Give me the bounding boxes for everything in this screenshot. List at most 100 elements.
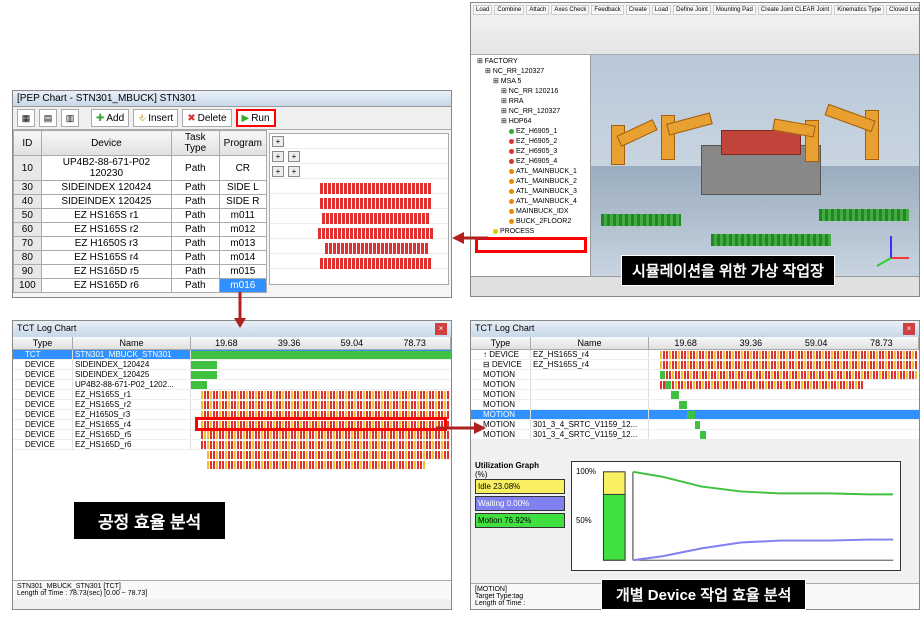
cad-window: LoadCombineAttachAxes CheckFeedbackCreat… (470, 2, 920, 297)
tree-node[interactable]: EZ_H6905_2 (473, 137, 588, 147)
toolbar-icon-2[interactable]: ▤ (39, 109, 57, 127)
delete-button[interactable]: ✖Delete (182, 109, 231, 127)
list-item[interactable]: MOTION301_3_4_SRTC_V1159_12... (471, 420, 919, 430)
tree-node[interactable]: ⊞ FACTORY (473, 57, 588, 67)
ribbon-button[interactable]: Create (626, 5, 650, 15)
list-item[interactable]: DEVICEEZ_HS165D_r5 (13, 430, 451, 440)
add-button[interactable]: ✚Add (91, 109, 129, 127)
ribbon-button[interactable]: Combine (494, 5, 524, 15)
axes-gizmo (871, 228, 911, 268)
list-item[interactable]: ↑ DEVICEEZ_HS165S_r4 (471, 350, 919, 360)
pep-gantt-area[interactable]: +++++ (269, 133, 449, 285)
close-icon[interactable]: × (903, 323, 915, 335)
cad-caption: 시뮬레이션을 위한 가상 작업장 (621, 255, 835, 286)
ribbon-button[interactable]: Create Joint CLEAR Joint (758, 5, 832, 15)
pep-window-title: [PEP Chart - STN301_MBUCK] STN301 (13, 91, 451, 107)
pep-chart-window: [PEP Chart - STN301_MBUCK] STN301 ▦ ▤ ▥ … (12, 90, 452, 298)
utilization-graph: 100% 50% (571, 461, 901, 571)
pep-toolbar: ▦ ▤ ▥ ✚Add ⎀Insert ✖Delete ▶Run (13, 107, 451, 130)
list-item[interactable]: MOTION (471, 390, 919, 400)
ribbon-button[interactable]: Kinematics Type (834, 5, 884, 15)
tree-node[interactable]: ⊞ RRA (473, 97, 588, 107)
cad-3d-viewport[interactable] (591, 55, 919, 276)
ribbon-button[interactable]: Load (652, 5, 671, 15)
list-item[interactable]: MOTION (471, 410, 919, 420)
list-item[interactable]: DEVICESIDEINDEX_120425 (13, 370, 451, 380)
list-item[interactable]: DEVICEEZ_H1650S_r3 (13, 410, 451, 420)
ribbon-button[interactable]: Define Joint (673, 5, 711, 15)
list-item[interactable]: MOTION (471, 400, 919, 410)
toolbar-icon-1[interactable]: ▦ (17, 109, 35, 127)
tct-left-rows[interactable]: TCTSTN301_MBUCK_STN301DEVICESIDEINDEX_12… (13, 350, 451, 450)
tree-node[interactable]: ⊞ HDP64 (473, 117, 588, 127)
tct-log-chart-right: TCT Log Chart × Type Name 19.6839.3659.0… (470, 320, 920, 610)
tree-node[interactable]: ⊞ NC_RR_120327 (473, 67, 588, 77)
tree-node[interactable]: ⊞ NC_RR 120216 (473, 87, 588, 97)
list-item[interactable]: TCTSTN301_MBUCK_STN301 (13, 350, 451, 360)
y-axis-100: 100% (576, 467, 596, 476)
tct-right-title: TCT Log Chart (475, 323, 534, 335)
tree-node[interactable]: MAINBUCK_IDX (473, 207, 588, 217)
tree-node[interactable]: EZ_H6905_3 (473, 147, 588, 157)
y-axis-50: 50% (576, 516, 592, 525)
list-item[interactable]: ⊟ DEVICEEZ_HS165S_r4 (471, 360, 919, 370)
toolbar-icon-3[interactable]: ▥ (61, 109, 79, 127)
motion-legend: Motion 76.92% (475, 513, 565, 528)
table-row[interactable]: 100EZ HS165D r6Pathm016 (14, 279, 267, 293)
list-item[interactable]: DEVICEUP4B2-88-671-P02_1202... (13, 380, 451, 390)
tct-left-title: TCT Log Chart (17, 323, 76, 335)
tree-node[interactable]: ⊞ MSA 5 (473, 77, 588, 87)
table-row[interactable]: 70EZ H1650S r3Pathm013 (14, 237, 267, 251)
table-row[interactable]: 30SIDEINDEX 120424PathSIDE L (14, 181, 267, 195)
ribbon-button[interactable]: Closed Loop (886, 5, 919, 15)
cad-tree[interactable]: ⊞ FACTORY⊞ NC_RR_120327⊞ MSA 5⊞ NC_RR 12… (471, 55, 591, 276)
tree-node[interactable]: BUCK_2FLOOR2 (473, 217, 588, 227)
table-row[interactable]: 80EZ HS165S r4Pathm014 (14, 251, 267, 265)
insert-button[interactable]: ⎀Insert (133, 109, 178, 127)
close-icon[interactable]: × (435, 323, 447, 335)
waiting-legend: Waiting 0.00% (475, 496, 565, 511)
table-row[interactable]: 90EZ HS165D r5Pathm015 (14, 265, 267, 279)
col-program[interactable]: Program (219, 131, 266, 156)
tct-left-header: Type Name 19.6839.3659.0478.73 (13, 337, 451, 350)
tree-node[interactable]: EZ_H6905_1 (473, 127, 588, 137)
cad-ribbon: LoadCombineAttachAxes CheckFeedbackCreat… (471, 3, 919, 55)
tct-right-header: Type Name 19.6839.3659.0478.73 (471, 337, 919, 350)
list-item[interactable]: DEVICEEZ_HS165S_r4 (13, 420, 451, 430)
table-row[interactable]: 60EZ HS165S r2Pathm012 (14, 223, 267, 237)
list-item[interactable]: MOTION301_3_4_SRTC_V1159_12... (471, 430, 919, 440)
tree-node[interactable]: EZ_H6905_4 (473, 157, 588, 167)
ribbon-button[interactable]: Mounting Pad (713, 5, 756, 15)
tct-left-caption: 공정 효율 분석 (73, 501, 226, 540)
tree-node[interactable]: ATL_MAINBUCK_2 (473, 177, 588, 187)
run-button[interactable]: ▶Run (236, 109, 276, 127)
table-row[interactable]: 40SIDEINDEX 120425PathSIDE R (14, 195, 267, 209)
tree-node[interactable]: ⊞ NC_RR_120327 (473, 107, 588, 117)
tct-log-chart-left: TCT Log Chart × Type Name 19.6839.3659.0… (12, 320, 452, 610)
list-item[interactable]: DEVICEEZ_HS165S_r1 (13, 390, 451, 400)
table-row[interactable]: 10UP4B2-88-671-P02 120230PathCR (14, 156, 267, 181)
tree-node[interactable]: ATL_MAINBUCK_3 (473, 187, 588, 197)
ribbon-button[interactable]: Feedback (591, 5, 623, 15)
list-item[interactable]: MOTION (471, 380, 919, 390)
list-item[interactable]: DEVICEEZ_HS165D_r6 (13, 440, 451, 450)
ribbon-button[interactable]: Attach (526, 5, 549, 15)
ribbon-button[interactable]: Axes Check (551, 5, 589, 15)
tct-left-footer: STN301_MBUCK_STN301 [TCT] Length of Time… (13, 580, 451, 599)
col-task-type[interactable]: Task Type (172, 131, 220, 156)
tree-node[interactable]: ATL_MAINBUCK_1 (473, 167, 588, 177)
tct-right-rows[interactable]: ↑ DEVICEEZ_HS165S_r4⊟ DEVICEEZ_HS165S_r4… (471, 350, 919, 440)
list-item[interactable]: MOTION (471, 370, 919, 380)
idle-legend: Idle 23.08% (475, 479, 565, 494)
list-item[interactable]: DEVICEEZ_HS165S_r2 (13, 400, 451, 410)
tct-right-caption: 개별 Device 작업 효율 분석 (601, 579, 806, 610)
list-item[interactable]: DEVICESIDEINDEX_120424 (13, 360, 451, 370)
table-row[interactable]: 50EZ HS165S r1Pathm011 (14, 209, 267, 223)
utilization-legend: Utilization Graph (%) Idle 23.08% Waitin… (475, 461, 565, 530)
ribbon-button[interactable]: Load (473, 5, 492, 15)
tree-node[interactable]: PROCESS (473, 227, 588, 237)
tree-node[interactable]: ATL_MAINBUCK_4 (473, 197, 588, 207)
col-device[interactable]: Device (41, 131, 171, 156)
col-id[interactable]: ID (14, 131, 42, 156)
pep-table[interactable]: ID Device Task Type Program 10UP4B2-88-6… (13, 130, 267, 293)
